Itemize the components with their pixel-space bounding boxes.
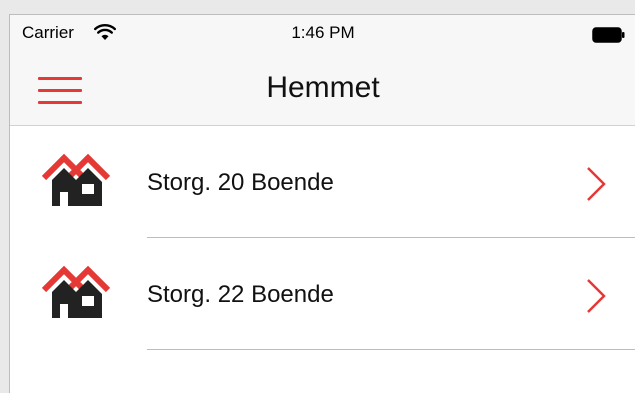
status-time: 1:46 PM (291, 23, 355, 42)
house-icon (41, 265, 111, 318)
list-item[interactable]: Storg. 20 Boende (10, 126, 635, 238)
chevron-right-icon (587, 167, 606, 201)
list-item[interactable]: Storg. 22 Boende (10, 238, 635, 350)
list-item-label: Storg. 22 Boende (147, 281, 334, 308)
row-separator (147, 349, 635, 350)
property-list: Storg. 20 Boende Storg. 22 Boende (10, 126, 635, 350)
chevron-right-icon (587, 279, 606, 313)
battery-icon (592, 27, 625, 43)
app-screen: Carrier 1:46 PM Hemmet Storg. 20 Boende … (9, 14, 635, 393)
house-icon (41, 153, 111, 206)
list-item-label: Storg. 20 Boende (147, 169, 334, 196)
page-title: Hemmet (266, 71, 380, 104)
navigation-bar: Carrier 1:46 PM Hemmet (10, 15, 635, 126)
